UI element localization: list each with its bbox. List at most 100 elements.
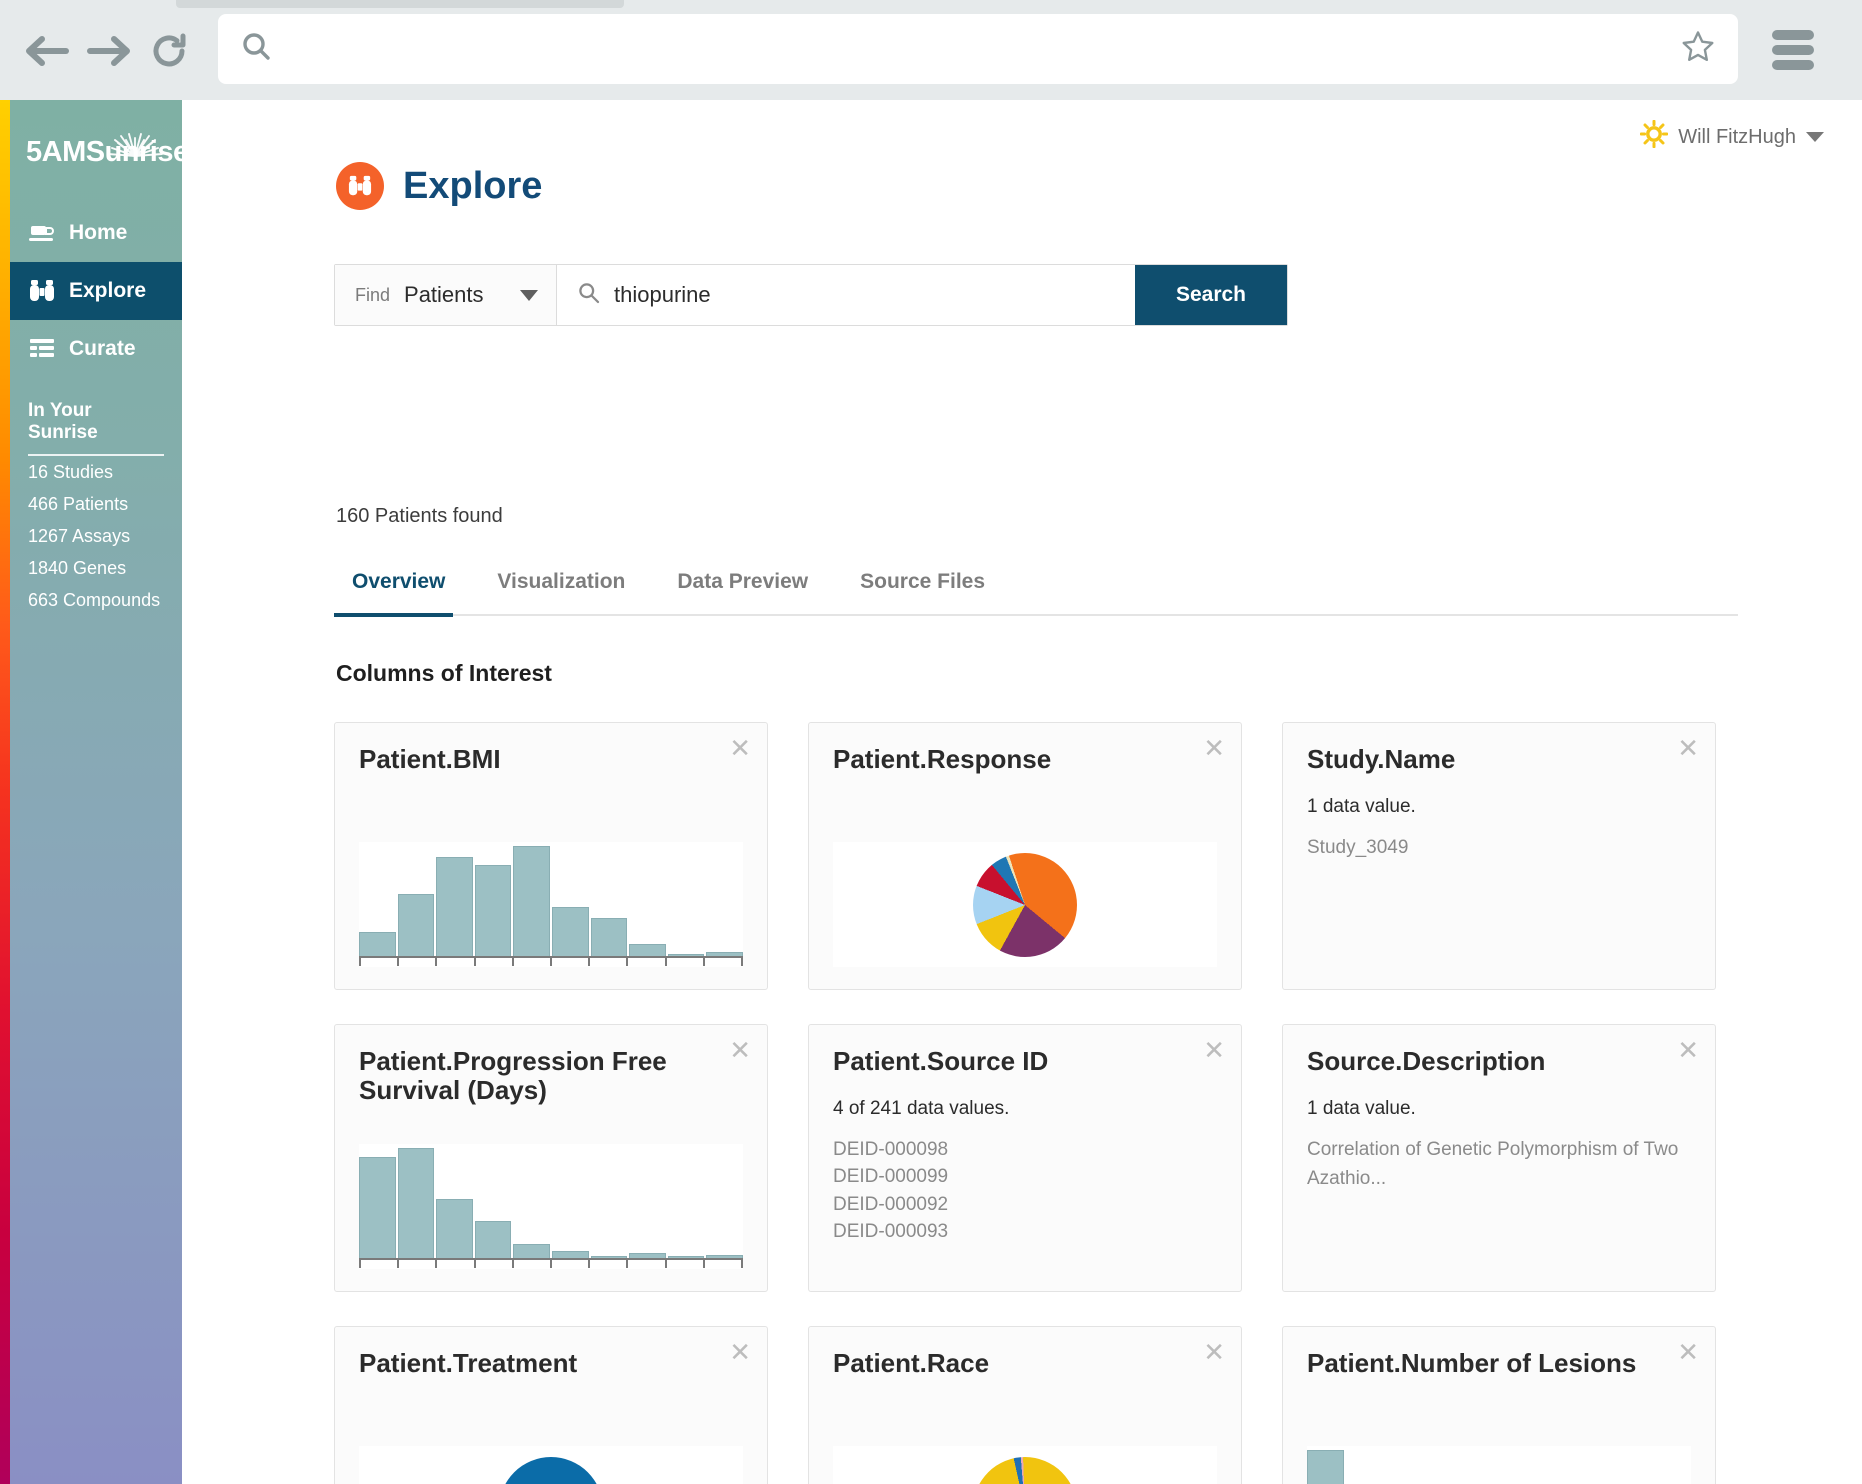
sidebar-item-label: Home (69, 221, 128, 244)
sun-icon (1639, 119, 1669, 154)
main-content: Will FitzHugh Explore Find Patients Sear… (182, 100, 1862, 1484)
axis-tick (588, 1259, 591, 1268)
card-title: Study.Name (1307, 744, 1456, 774)
histogram-bar (359, 931, 396, 956)
close-icon[interactable]: ✕ (1677, 1037, 1699, 1063)
hamburger-menu-icon[interactable] (1772, 30, 1814, 70)
home-icon (28, 220, 56, 246)
axis-tick (549, 1259, 552, 1268)
menu-bar-1 (1772, 30, 1814, 40)
card-title: Patient.Number of Lesions (1307, 1348, 1637, 1378)
browser-chrome (0, 0, 1862, 100)
data-value-count: 4 of 241 data values. (833, 1098, 1010, 1120)
list-icon (28, 336, 56, 362)
x-axis-ticks (359, 957, 743, 966)
search-icon (240, 31, 272, 68)
browser-tab-stub[interactable] (176, 0, 624, 8)
tab-data-preview[interactable]: Data Preview (651, 570, 834, 614)
find-label: Find (355, 284, 391, 305)
forward-icon[interactable] (80, 22, 138, 80)
sidebar-item-explore[interactable]: Explore (10, 262, 182, 320)
axis-tick (740, 1259, 743, 1268)
card-title: Patient.Source ID (833, 1046, 1049, 1076)
card-patient-race: ✕ Patient.Race (808, 1326, 1242, 1484)
histogram-plot (359, 1144, 743, 1269)
search-input-wrapper[interactable] (557, 265, 1135, 325)
axis-tick (435, 1259, 438, 1268)
close-icon[interactable]: ✕ (1677, 735, 1699, 761)
close-icon[interactable]: ✕ (1203, 735, 1225, 761)
card-source-description: ✕ Source.Description 1 data value. Corre… (1282, 1024, 1716, 1292)
columns-of-interest-grid: ✕ Patient.BMI ✕ Patient.Response ✕ Study… (334, 722, 1744, 1484)
card-title: Patient.Response (833, 744, 1052, 774)
results-count: 160 Patients found (336, 505, 503, 527)
close-icon[interactable]: ✕ (1677, 1339, 1699, 1365)
axis-tick (702, 1259, 705, 1268)
axis-tick (740, 957, 743, 966)
pie-plot (833, 1446, 1217, 1484)
axis-tick (359, 1259, 361, 1268)
search-button[interactable]: Search (1135, 265, 1287, 325)
close-icon[interactable]: ✕ (729, 1339, 751, 1365)
card-patient-bmi: ✕ Patient.BMI (334, 722, 768, 990)
binoculars-icon (28, 278, 56, 304)
tab-overview[interactable]: Overview (334, 570, 471, 617)
chart-patient-number-of-lesions (1307, 1446, 1691, 1484)
close-icon[interactable]: ✕ (729, 1037, 751, 1063)
histogram-bar (474, 864, 512, 956)
search-input[interactable] (614, 282, 1135, 308)
sidebar-stat-compounds[interactable]: 663 Compounds (10, 584, 182, 616)
close-icon[interactable]: ✕ (729, 735, 751, 761)
axis-tick (626, 1259, 629, 1268)
axis-tick (473, 1259, 476, 1268)
list-item: DEID-000092 (833, 1193, 949, 1215)
binoculars-icon (336, 162, 384, 210)
user-menu[interactable]: Will FitzHugh (1639, 119, 1824, 154)
histogram-bars (359, 846, 743, 956)
sidebar-stat-genes[interactable]: 1840 Genes (10, 552, 182, 584)
histogram-bar (436, 857, 473, 956)
search-icon (577, 281, 601, 310)
brand-logo[interactable]: 5AMSunrise (10, 100, 189, 204)
card-title: Patient.Race (833, 1348, 990, 1378)
columns-of-interest-heading: Columns of Interest (336, 660, 552, 686)
axis-tick (359, 957, 361, 966)
chart-patient-race (973, 1456, 1077, 1484)
find-type-select[interactable]: Find Patients (335, 265, 557, 325)
url-input[interactable] (272, 14, 1680, 84)
back-icon[interactable] (18, 22, 76, 80)
sidebar-stat-patients[interactable]: 466 Patients (10, 488, 182, 520)
close-icon[interactable]: ✕ (1203, 1037, 1225, 1063)
histogram-bars (359, 1148, 743, 1258)
tab-visualization[interactable]: Visualization (471, 570, 651, 614)
chart-patient-treatment (499, 1456, 603, 1484)
data-value-count: 1 data value. (1307, 796, 1416, 818)
sunburst-icon (104, 114, 166, 163)
list-item: DEID-000093 (833, 1221, 949, 1243)
histogram-bar (551, 906, 589, 956)
axis-tick (664, 1259, 667, 1268)
find-selected-value: Patients (404, 282, 484, 307)
card-patient-treatment: ✕ Patient.Treatment (334, 1326, 768, 1484)
tab-bar: Overview Visualization Data Preview Sour… (334, 570, 1738, 617)
histogram-bars (1307, 1450, 1691, 1484)
sidebar-item-home[interactable]: Home (10, 204, 182, 262)
axis-tick (664, 957, 667, 966)
chart-patient-bmi (359, 842, 743, 967)
tab-source-files[interactable]: Source Files (834, 570, 1011, 614)
histogram-bar (513, 1243, 550, 1258)
histogram-bar (397, 1148, 435, 1258)
histogram-plot (1307, 1446, 1691, 1484)
accent-gradient-strip (0, 100, 10, 1484)
browser-url-bar[interactable] (218, 14, 1738, 84)
sidebar-stat-studies[interactable]: 16 Studies (10, 456, 182, 488)
axis-tick (511, 957, 514, 966)
close-icon[interactable]: ✕ (1203, 1339, 1225, 1365)
axis-tick (511, 1259, 514, 1268)
search-bar: Find Patients Search (334, 264, 1288, 326)
reload-icon[interactable] (140, 22, 198, 80)
sidebar-stat-assays[interactable]: 1267 Assays (10, 520, 182, 552)
star-icon[interactable] (1680, 29, 1716, 70)
sidebar-item-curate[interactable]: Curate (10, 320, 182, 378)
histogram-plot (359, 842, 743, 967)
